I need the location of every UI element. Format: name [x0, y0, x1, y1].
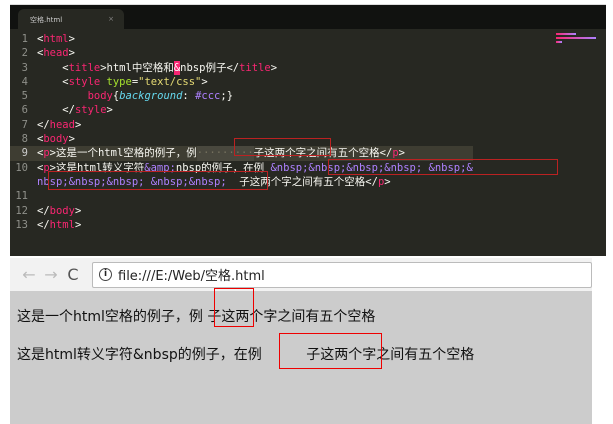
code-line[interactable]: 5 body{background: #ccc;}: [10, 89, 473, 103]
code-token: >: [74, 218, 82, 231]
code-token: >: [68, 133, 75, 146]
code-token: style: [68, 75, 101, 88]
code-editor[interactable]: 空格.html × 1 < html >2 < head >3 < title >html中空格和…: [10, 4, 606, 256]
code-token: >: [398, 147, 405, 160]
reload-button[interactable]: C: [62, 265, 84, 284]
code-line[interactable]: 8 < body >: [10, 132, 473, 146]
browser-toolbar: ← → C i file:///E:/Web/空格.html: [10, 258, 592, 292]
code-token: >: [270, 61, 278, 74]
close-tab-icon[interactable]: ×: [108, 15, 114, 23]
code-token: title: [68, 61, 101, 74]
minimap[interactable]: [556, 31, 598, 51]
code-line[interactable]: nbsp;&nbsp;&nbsp; &nbsp;&nbsp; 子这两个字之间有五…: [10, 175, 473, 189]
code-token: <: [37, 75, 69, 88]
code-token: >: [106, 104, 113, 117]
file-tab[interactable]: 空格.html ×: [18, 9, 124, 30]
address-bar[interactable]: i file:///E:/Web/空格.html: [92, 261, 592, 288]
code-token: </: [37, 104, 75, 117]
code-token: >: [68, 47, 75, 60]
line-number: 12: [15, 204, 28, 217]
line-number: 4: [21, 75, 28, 88]
code-token: >: [74, 118, 82, 131]
back-button[interactable]: ←: [18, 265, 40, 284]
code-token: body: [87, 90, 113, 103]
line-number: 8: [21, 133, 28, 146]
code-token: </: [37, 218, 50, 231]
tab-title: 空格.html: [30, 16, 63, 24]
code-token: background: [119, 90, 183, 103]
code-line[interactable]: 2 < head >: [10, 46, 473, 60]
code-token: >: [201, 75, 208, 88]
line-number: 6: [21, 104, 28, 117]
code-token: ·········: [196, 146, 254, 161]
code-line[interactable]: 10 < p >这是html转义字符 &amp; nbsp的例子，在例 &nbsp;&nb…: [10, 161, 473, 175]
code-token: head: [43, 47, 69, 60]
code-token: type: [100, 75, 132, 88]
code-line[interactable]: 1 < html >: [10, 32, 473, 46]
code-token: >: [68, 33, 75, 45]
code-token: >这是一个html空格的例子，例: [49, 147, 197, 160]
code-line[interactable]: 11: [10, 189, 473, 203]
code-token: </: [37, 204, 50, 217]
code-line[interactable]: 3 < title >html中空格和 & nbsp例子</title >: [10, 60, 473, 75]
code-token: </: [37, 118, 50, 131]
code-line[interactable]: 13 </html >: [10, 218, 473, 232]
code-token: style: [74, 104, 107, 117]
code-area[interactable]: 1 < html >2 < head >3 < title >html中空格和 & nbsp例子</…: [10, 32, 473, 232]
code-token: html: [49, 218, 75, 231]
code-line[interactable]: 12 </body >: [10, 204, 473, 218]
browser-window: ← → C i file:///E:/Web/空格.html 这是一个html空格…: [10, 258, 592, 424]
code-line[interactable]: 9 < p >这是一个html空格的例子，例 ········· 子这两个字之间有五个空格…: [10, 146, 473, 161]
line-number: 3: [21, 61, 28, 74]
url-text: file:///E:/Web/空格.html: [118, 269, 265, 284]
forward-button[interactable]: →: [40, 265, 62, 284]
code-token: :: [182, 90, 196, 103]
tab-bar: 空格.html ×: [10, 5, 606, 30]
line-number: 1: [21, 33, 28, 45]
code-line[interactable]: 6 </style >: [10, 103, 473, 117]
code-token: &nbsp;&nbsp;&nbsp;&nbsp; &nbsp;&: [270, 161, 473, 174]
code-token: >: [74, 204, 82, 217]
code-token: #ccc: [195, 90, 221, 103]
line-number: 10: [15, 161, 28, 174]
line-number: 13: [15, 218, 28, 231]
code-token: 子这两个字之间有五个空格</: [253, 147, 393, 160]
line-number: 11: [15, 190, 28, 203]
code-token: >这是html转义字符: [49, 161, 145, 174]
line-number: 5: [21, 90, 28, 103]
code-token: 子这两个字之间有五个空格</: [226, 175, 378, 188]
code-token: >: [384, 175, 391, 188]
paragraph-2: 这是html转义字符&nbsp的例子，在例 子这两个字之间有五个空格: [17, 347, 475, 363]
code-token: nbsp的例子，在例: [175, 161, 271, 174]
code-token: >html中空格和: [100, 61, 174, 74]
code-token: <: [37, 61, 69, 74]
code-token: body: [49, 204, 75, 217]
code-token: html: [43, 33, 69, 45]
code-token: ;}: [220, 90, 234, 103]
code-token: nbsp例子</: [180, 61, 240, 74]
code-token: "text/css": [138, 75, 202, 88]
line-number: 2: [21, 47, 28, 60]
line-number: 9: [21, 147, 28, 160]
code-token: &amp;: [144, 161, 176, 174]
highlight-box: [279, 333, 382, 369]
line-number: [10, 175, 37, 189]
code-line[interactable]: 4 < style type = "text/css" >: [10, 75, 473, 89]
line-number: 7: [21, 118, 28, 131]
code-line[interactable]: 7 </head >: [10, 118, 473, 132]
code-token: head: [49, 118, 75, 131]
paragraph-1: 这是一个html空格的例子，例 子这两个字之间有五个空格: [17, 309, 376, 325]
highlight-box: [214, 288, 254, 327]
code-token: nbsp;&nbsp;&nbsp; &nbsp;&nbsp;: [37, 175, 227, 188]
code-token: title: [239, 61, 271, 74]
info-icon[interactable]: i: [99, 268, 112, 281]
code-token: body: [43, 133, 69, 146]
